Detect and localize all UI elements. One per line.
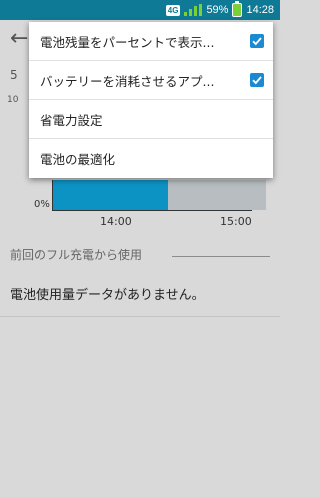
- menu-item-label: 電池の最適化: [40, 152, 116, 167]
- partial-heading: 5: [10, 68, 18, 82]
- empty-state-message: 電池使用量データがありません。: [10, 288, 205, 303]
- list-divider: [0, 316, 280, 317]
- status-bar: 4G 59% 14:28: [0, 0, 280, 20]
- battery-charging-icon: [232, 1, 243, 17]
- partial-axis-label: 10: [7, 95, 19, 105]
- section-title: 前回のフル充電から使用: [10, 248, 143, 262]
- menu-item-battery-draining-apps[interactable]: バッテリーを消耗させるアプ...: [29, 61, 273, 100]
- status-icons: 4G 59% 14:28: [165, 0, 274, 20]
- menu-item-label: バッテリーを消耗させるアプ...: [40, 73, 215, 89]
- checkbox-checked-icon[interactable]: [250, 73, 264, 87]
- chart-zero-label: 0%: [34, 199, 50, 210]
- menu-item-power-saving-settings[interactable]: 省電力設定: [29, 100, 273, 139]
- menu-item-battery-optimization[interactable]: 電池の最適化: [29, 139, 273, 178]
- clock: 14:28: [246, 4, 274, 16]
- battery-percent: 59%: [206, 4, 229, 16]
- battery-usage-chart: 0% 14:00 15:00: [8, 180, 270, 232]
- chart-x-tick: 14:00: [100, 215, 132, 228]
- chart-x-tick: 15:00: [220, 215, 252, 228]
- checkbox-checked-icon[interactable]: [250, 34, 264, 48]
- overflow-menu: 電池残量をパーセントで表示... バッテリーを消耗させるアプ... 省電力設定 …: [29, 22, 273, 178]
- menu-item-show-battery-percent[interactable]: 電池残量をパーセントで表示...: [29, 22, 273, 61]
- signal-strength-icon: [184, 4, 203, 16]
- menu-item-label: 省電力設定: [40, 112, 103, 128]
- menu-item-label: 電池残量をパーセントで表示...: [40, 34, 215, 50]
- section-divider: [172, 256, 270, 257]
- network-type-badge: 4G: [165, 4, 181, 16]
- chart-axes: [52, 180, 252, 211]
- back-arrow-icon[interactable]: ←: [10, 28, 28, 50]
